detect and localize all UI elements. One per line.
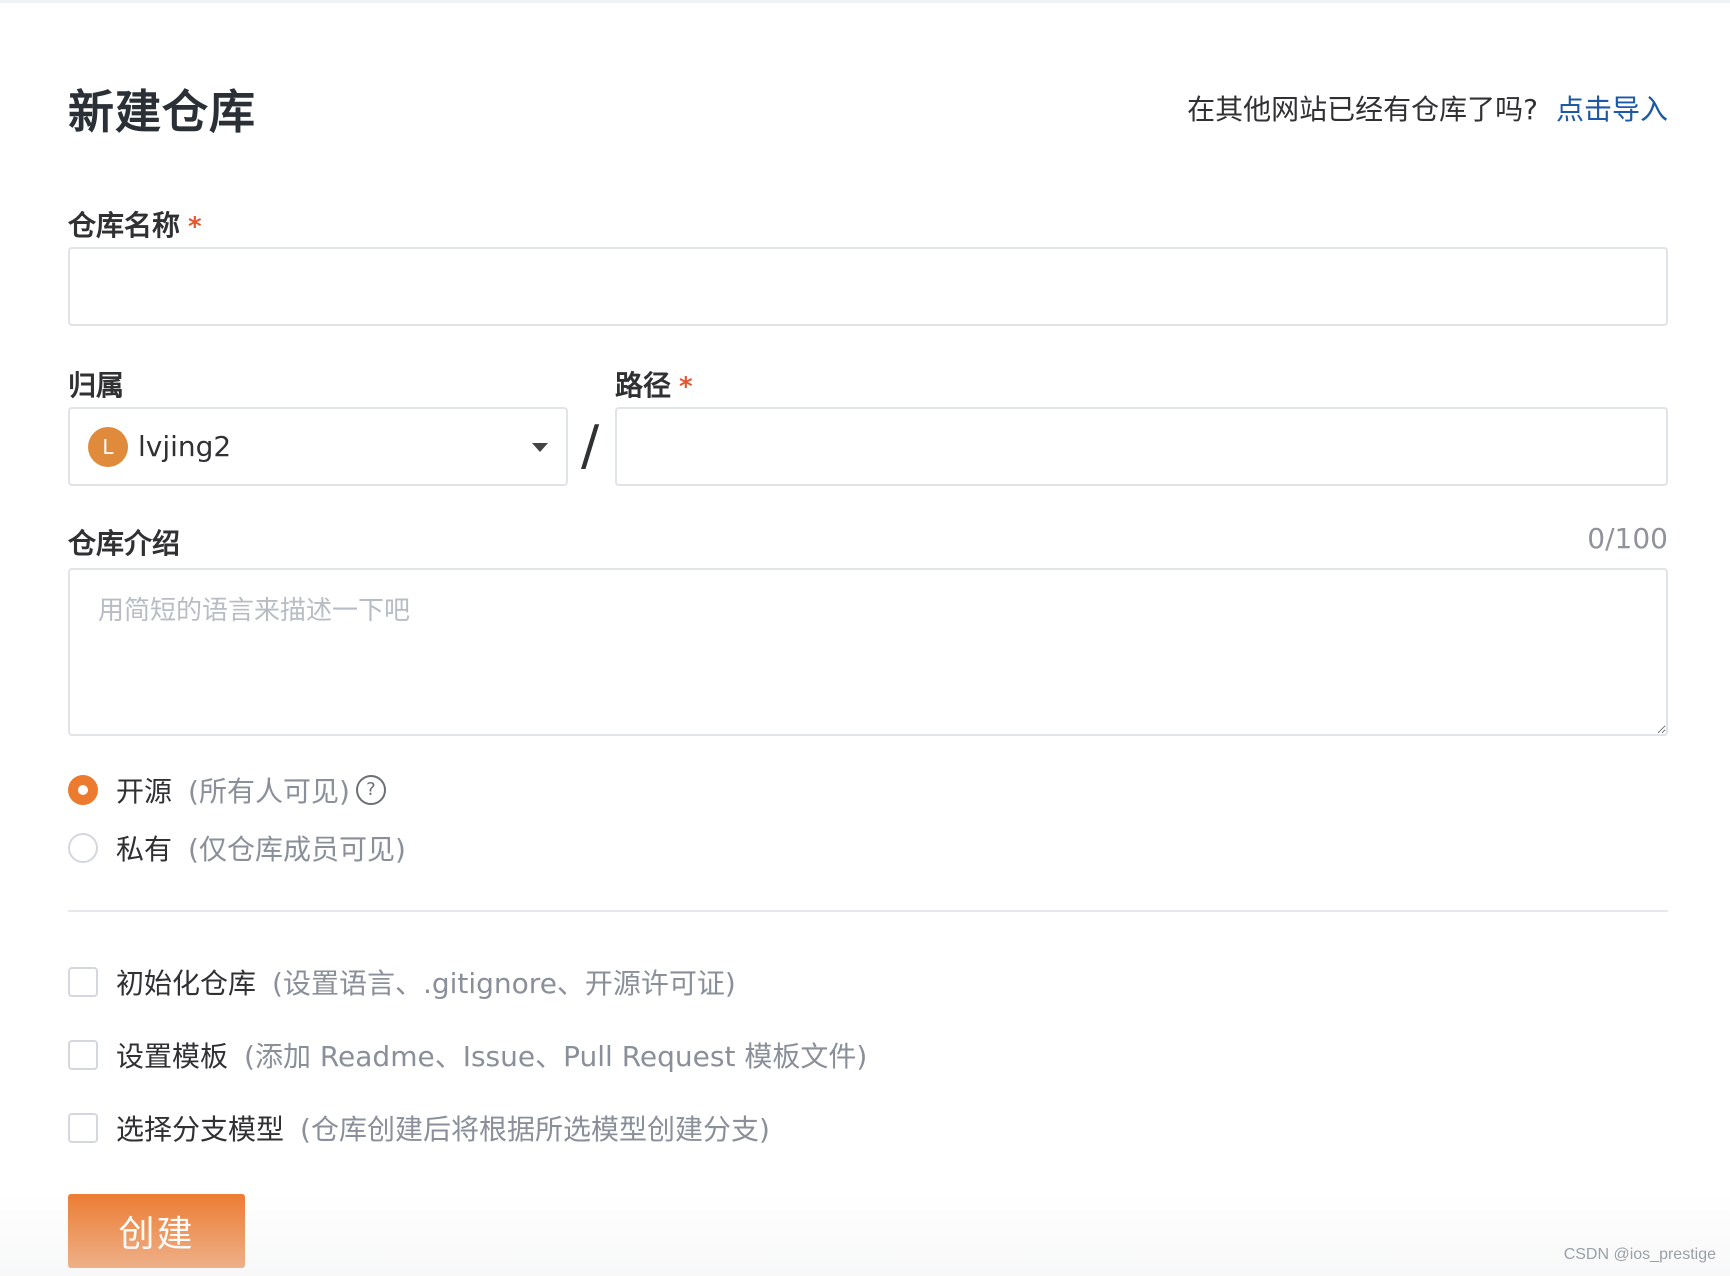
option-hint: (仓库创建后将根据所选模型创建分支) [300, 1113, 770, 1146]
watermark: CSDN @ios_prestige [1563, 1246, 1716, 1263]
owner-select[interactable]: L lvjing2 [68, 407, 568, 486]
visibility-label: 私有 [116, 833, 173, 866]
visibility-option-public[interactable]: 开源 (所有人可见) ? [68, 770, 386, 810]
import-link[interactable]: 点击导入 [1556, 93, 1668, 126]
option-label: 设置模板 [116, 1040, 229, 1073]
caret-down-icon [532, 443, 548, 452]
visibility-label: 开源 [116, 775, 173, 808]
option-branch-model[interactable]: 选择分支模型 (仓库创建后将根据所选模型创建分支) [68, 1108, 770, 1148]
option-init-repo[interactable]: 初始化仓库 (设置语言、.gitignore、开源许可证) [68, 962, 736, 1002]
path-label-text: 路径 [615, 369, 672, 402]
option-label: 初始化仓库 [116, 967, 257, 1000]
required-mark: * [679, 372, 693, 402]
description-label: 仓库介绍 [68, 527, 181, 560]
checkbox[interactable] [68, 1040, 98, 1070]
visibility-option-private[interactable]: 私有 (仅仓库成员可见) [68, 828, 406, 868]
path-label: 路径 * [615, 364, 693, 404]
description-textarea[interactable] [68, 568, 1668, 736]
owner-select-value: lvjing2 [138, 430, 232, 463]
avatar: L [88, 427, 128, 467]
help-icon[interactable]: ? [355, 775, 386, 805]
repo-name-label: 仓库名称 * [68, 204, 202, 244]
option-set-template[interactable]: 设置模板 (添加 Readme、Issue、Pull Request 模板文件) [68, 1035, 867, 1075]
import-prompt-text: 在其他网站已经有仓库了吗? [1187, 93, 1538, 126]
option-hint: (添加 Readme、Issue、Pull Request 模板文件) [244, 1040, 868, 1073]
radio-unselected[interactable] [68, 833, 98, 863]
divider [68, 910, 1668, 912]
checkbox[interactable] [68, 1113, 98, 1143]
create-button[interactable]: 创建 [68, 1194, 245, 1268]
repo-name-input[interactable] [68, 247, 1668, 326]
path-separator: / [581, 414, 600, 477]
option-hint: (设置语言、.gitignore、开源许可证) [272, 967, 736, 1000]
bottom-fade [0, 1190, 1730, 1276]
radio-selected[interactable] [68, 775, 98, 805]
option-label: 选择分支模型 [116, 1113, 285, 1146]
required-mark: * [188, 212, 202, 242]
page-title: 新建仓库 [68, 85, 256, 139]
top-border [0, 0, 1730, 3]
checkbox[interactable] [68, 967, 98, 997]
visibility-hint: (所有人可见) [188, 775, 350, 808]
import-prompt: 在其他网站已经有仓库了吗? 点击导入 [1187, 88, 1668, 128]
description-counter: 0/100 [1587, 522, 1668, 555]
owner-label: 归属 [68, 369, 125, 402]
repo-name-label-text: 仓库名称 [68, 209, 181, 242]
path-input[interactable] [615, 407, 1668, 486]
visibility-hint: (仅仓库成员可见) [188, 833, 406, 866]
